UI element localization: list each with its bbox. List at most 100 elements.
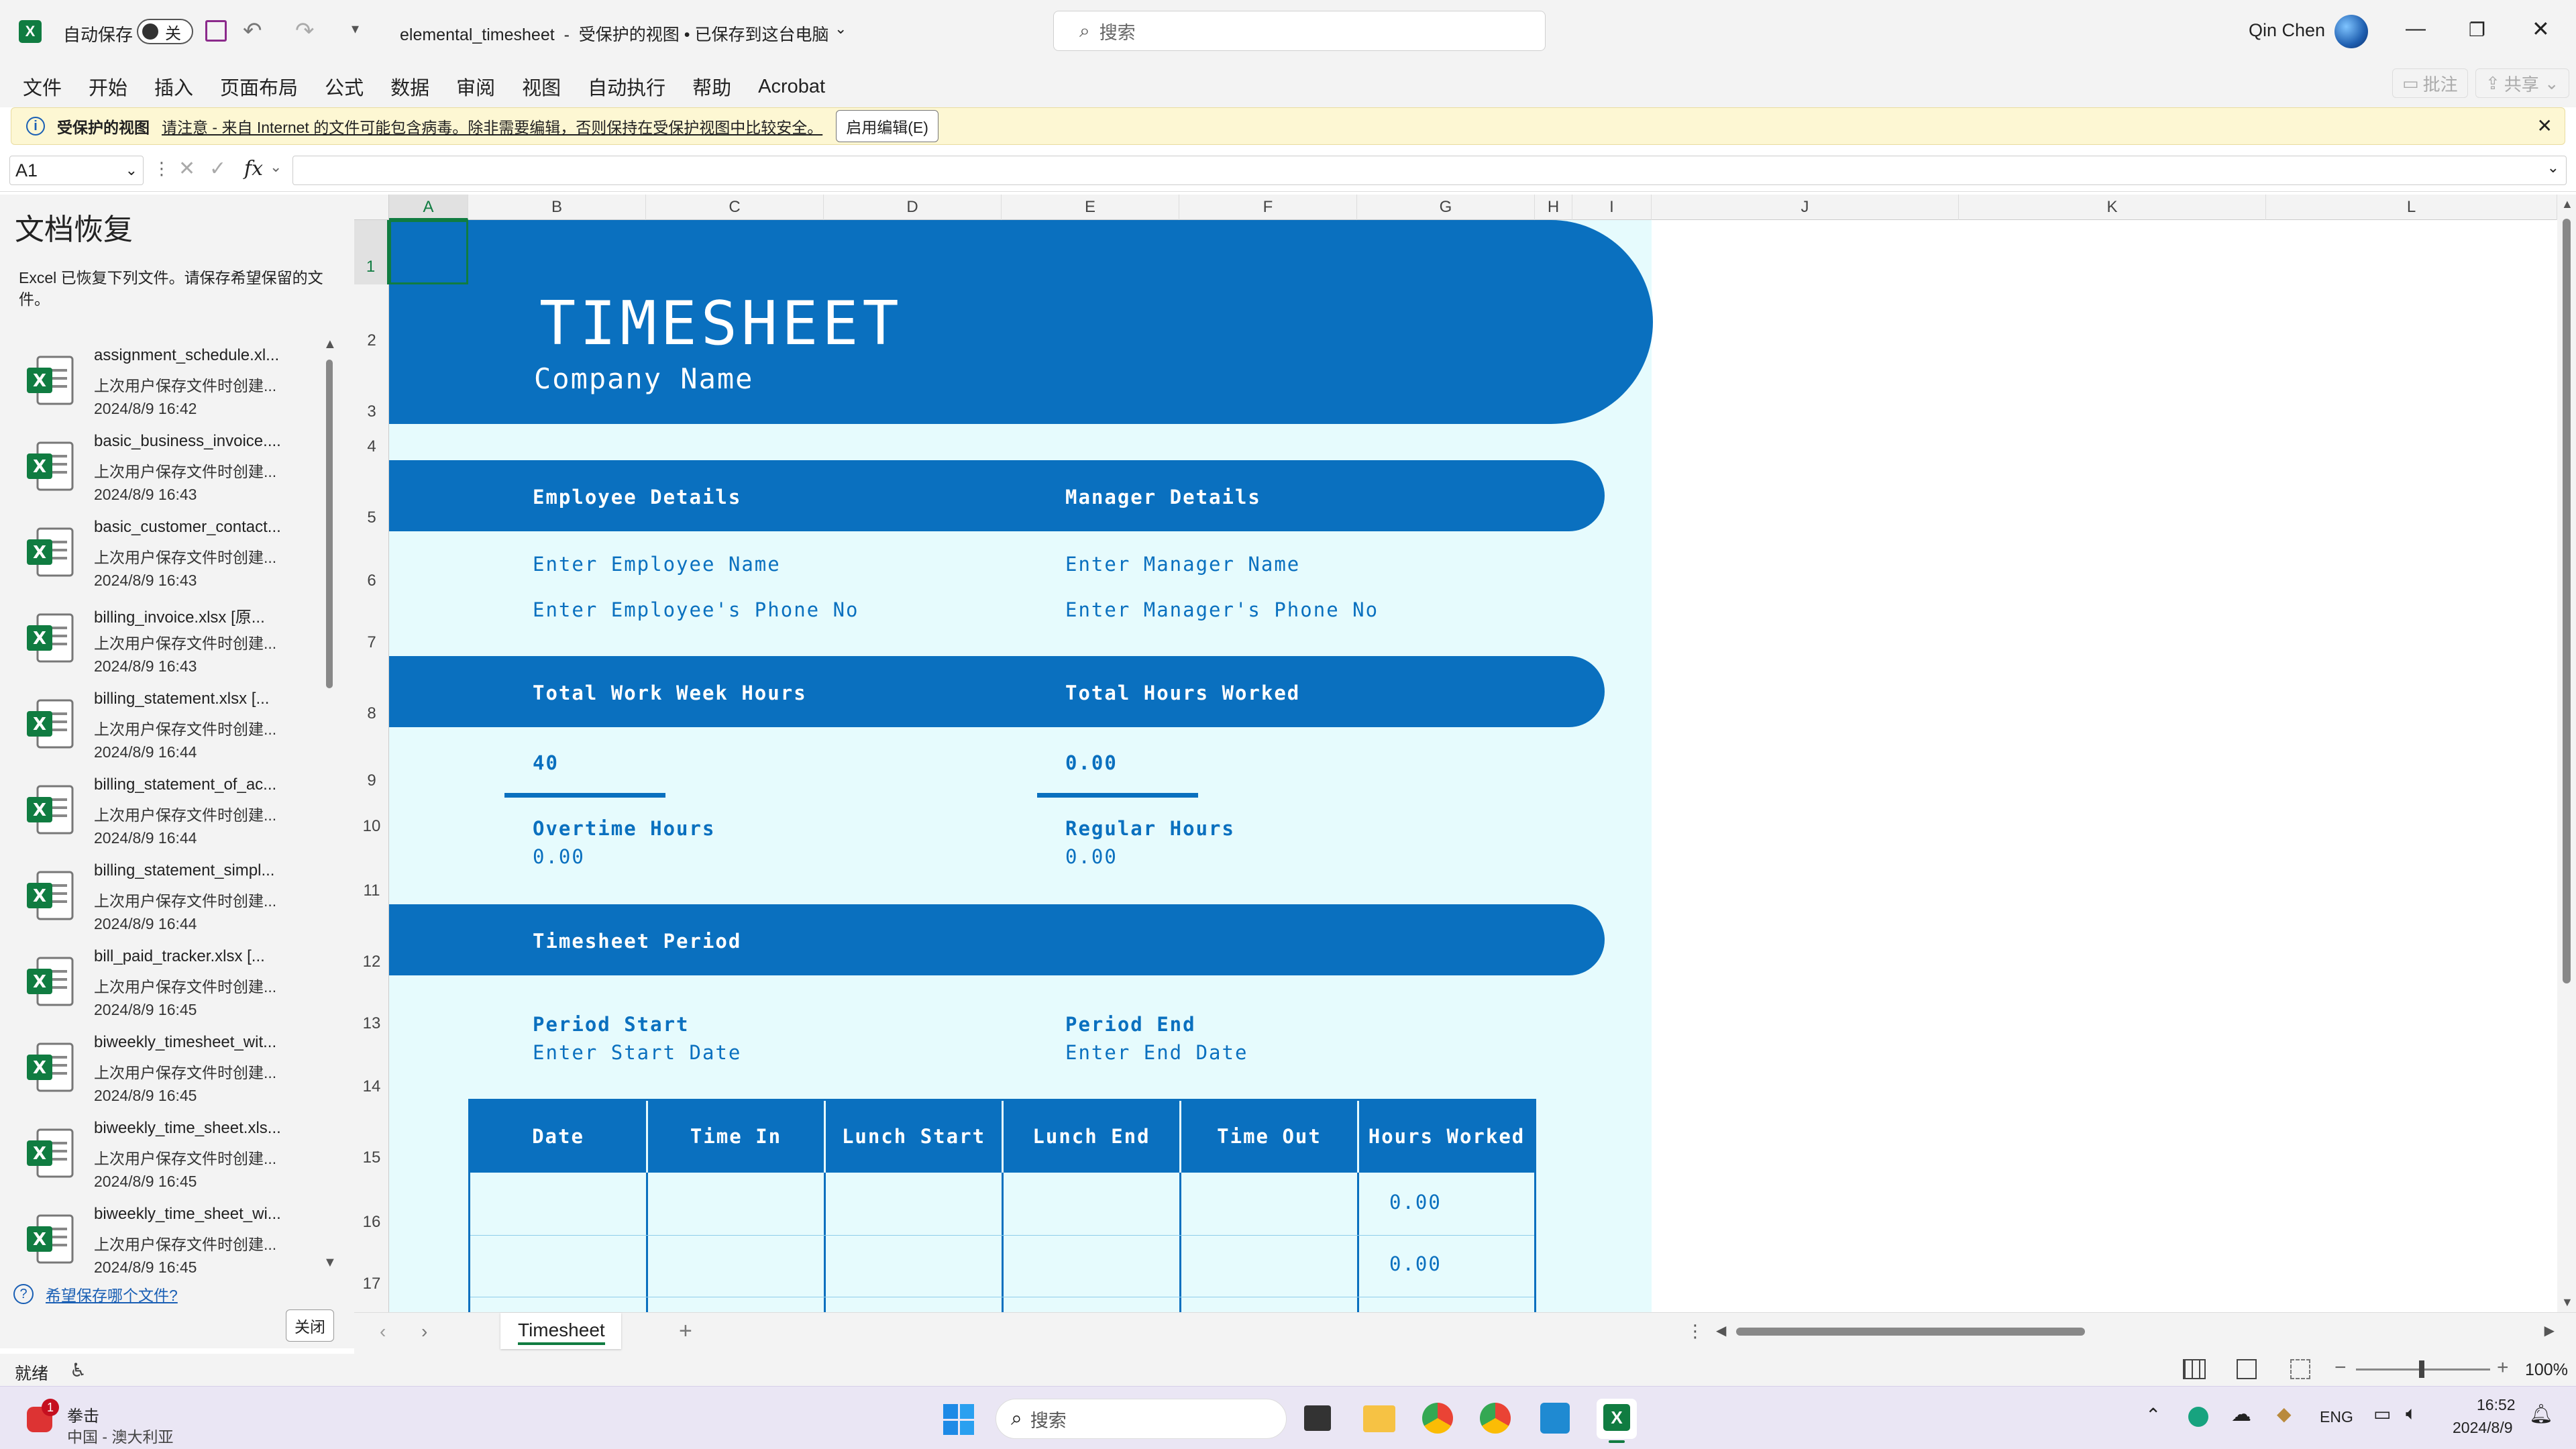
volume-icon[interactable]: 🔈︎ [2406,1403,2417,1425]
chrome-icon[interactable] [1422,1403,1453,1434]
formula-input[interactable]: ⌄ [292,156,2567,185]
accessibility-icon[interactable]: ♿ [70,1359,87,1381]
hours-worked-cell[interactable]: 0.00 [1389,1191,1442,1214]
row-header[interactable]: 9 [354,771,389,790]
column-header-g[interactable]: G [1357,195,1535,220]
close-protected-bar-icon[interactable]: ✕ [2537,115,2553,137]
weather-widget[interactable]: 1 拳击 中国 - 澳大利亚 [27,1393,201,1446]
more-options-icon[interactable]: ⋮ [153,158,170,179]
selected-cell-a1[interactable] [389,220,468,284]
row-header[interactable]: 4 [354,437,389,456]
language-indicator[interactable]: ENG [2320,1408,2353,1426]
row-header[interactable]: 17 [354,1275,389,1293]
recovery-item[interactable]: X biweekly_time_sheet_wi... 上次用户保存文件时创建.… [25,1202,321,1288]
column-header-l[interactable]: L [2266,195,2557,220]
close-icon[interactable]: ✕ [2532,16,2550,42]
row-header[interactable]: 1 [354,220,389,284]
clock-time[interactable]: 16:52 [2477,1396,2516,1414]
zoom-slider[interactable] [2356,1360,2490,1378]
comments-button[interactable]: ▭ 批注 [2392,68,2468,98]
menu-automate[interactable]: 自动执行 [588,72,665,101]
recovery-item[interactable]: X billing_statement_simpl... 上次用户保存文件时创建… [25,859,321,945]
row-header[interactable]: 16 [354,1213,389,1232]
menu-home[interactable]: 开始 [89,72,127,101]
recovery-item[interactable]: X billing_invoice.xlsx [原... 上次用户保存文件时创建… [25,601,321,687]
recovery-item[interactable]: X biweekly_timesheet_wit... 上次用户保存文件时创建.… [25,1030,321,1116]
menu-insert[interactable]: 插入 [154,72,193,101]
total-work-week-hours-value[interactable]: 40 [533,751,559,774]
next-sheet-icon[interactable]: › [421,1321,427,1342]
menu-data[interactable]: 数据 [390,72,429,101]
select-all-corner[interactable] [354,195,389,220]
start-button[interactable] [943,1404,974,1435]
manager-name-field[interactable]: Enter Manager Name [1065,553,1300,576]
row-header[interactable]: 2 [354,331,389,350]
row-header[interactable]: 10 [354,817,389,836]
task-view-icon[interactable] [1304,1405,1331,1431]
taskbar-search[interactable]: ⌕ 搜索 [996,1399,1287,1439]
scroll-down-icon[interactable]: ▼ [323,1255,337,1271]
menu-acrobat[interactable]: Acrobat [758,76,825,98]
save-icon[interactable] [205,20,227,42]
page-break-view-icon[interactable] [2290,1359,2310,1379]
recovery-item[interactable]: X billing_statement.xlsx [... 上次用户保存文件时创… [25,687,321,773]
network-icon[interactable]: ▭ [2373,1403,2391,1425]
close-recovery-button[interactable]: 关闭 [286,1309,334,1342]
scroll-thumb[interactable] [326,360,333,688]
zoom-out-icon[interactable]: − [2334,1356,2347,1379]
search-box[interactable]: ⌕ 搜索 [1053,11,1546,51]
period-start-field[interactable]: Enter Start Date [533,1041,741,1064]
row-header[interactable]: 3 [354,402,389,421]
zoom-in-icon[interactable]: + [2497,1356,2509,1379]
horizontal-scrollbar[interactable]: ◀ ▶ [1716,1324,2555,1338]
manager-phone-field[interactable]: Enter Manager's Phone No [1065,598,1379,621]
column-header-b[interactable]: B [468,195,646,220]
normal-view-icon[interactable] [2183,1359,2206,1379]
chevron-down-icon[interactable]: ⌄ [835,20,847,38]
cancel-icon[interactable]: ✕ [178,157,195,180]
enter-icon[interactable]: ✓ [209,157,226,180]
menu-help[interactable]: 帮助 [692,72,731,101]
row-header[interactable]: 7 [354,633,389,652]
recovery-item[interactable]: X assignment_schedule.xl... 上次用户保存文件时创建.… [25,343,321,429]
chrome-profile-icon[interactable] [1480,1403,1511,1434]
redo-icon[interactable]: ↷ [295,17,315,44]
customize-qat-icon[interactable]: ▾ [352,20,359,38]
recovery-item[interactable]: X biweekly_time_sheet.xls... 上次用户保存文件时创建… [25,1116,321,1202]
file-explorer-icon[interactable] [1363,1405,1395,1432]
vertical-scrollbar[interactable]: ▲ ▼ [2557,195,2576,1312]
row-header[interactable]: 12 [354,953,389,971]
row-header[interactable]: 13 [354,1014,389,1033]
menu-review[interactable]: 审阅 [456,72,495,101]
row-header[interactable]: 15 [354,1148,389,1167]
minimize-icon[interactable]: — [2406,17,2426,40]
enable-editing-button[interactable]: 启用编辑(E) [836,110,938,142]
menu-page-layout[interactable]: 页面布局 [220,72,298,101]
total-hours-worked-value[interactable]: 0.00 [1065,751,1118,774]
share-button[interactable]: ⇪ 共享 ⌄ [2475,68,2569,98]
column-header-i[interactable]: I [1572,195,1652,220]
row-header[interactable]: 6 [354,572,389,590]
onedrive-icon[interactable]: ☁ [2231,1403,2251,1426]
column-header-h[interactable]: H [1535,195,1572,220]
recovery-item[interactable]: X basic_customer_contact... 上次用户保存文件时创建.… [25,515,321,601]
tray-app-icon[interactable]: ◆ [2277,1403,2292,1425]
scroll-up-icon[interactable]: ▲ [323,337,337,352]
autosave-toggle[interactable]: 关 [137,19,193,44]
recovery-scrollbar[interactable]: ▲ ▼ [323,337,337,1270]
user-name[interactable]: Qin Chen [2249,20,2325,41]
recovery-item[interactable]: X basic_business_invoice.... 上次用户保存文件时创建… [25,429,321,515]
protected-view-message[interactable]: 请注意 - 来自 Internet 的文件可能包含病毒。除非需要编辑，否则保持在… [162,115,822,138]
overtime-hours-value[interactable]: 0.00 [533,845,585,868]
scroll-down-icon[interactable]: ▼ [2561,1295,2573,1309]
restore-icon[interactable]: ❐ [2469,19,2485,41]
undo-icon[interactable]: ↶ [243,17,262,44]
column-header-d[interactable]: D [824,195,1002,220]
row-header[interactable]: 11 [354,881,389,900]
column-header-k[interactable]: K [1959,195,2266,220]
notification-bell-icon[interactable]: 🔔︎ [2529,1403,2553,1425]
row-header[interactable]: 5 [354,508,389,527]
employee-name-field[interactable]: Enter Employee Name [533,553,781,576]
clock-date[interactable]: 2024/8/9 [2453,1419,2513,1437]
regular-hours-value[interactable]: 0.00 [1065,845,1118,868]
